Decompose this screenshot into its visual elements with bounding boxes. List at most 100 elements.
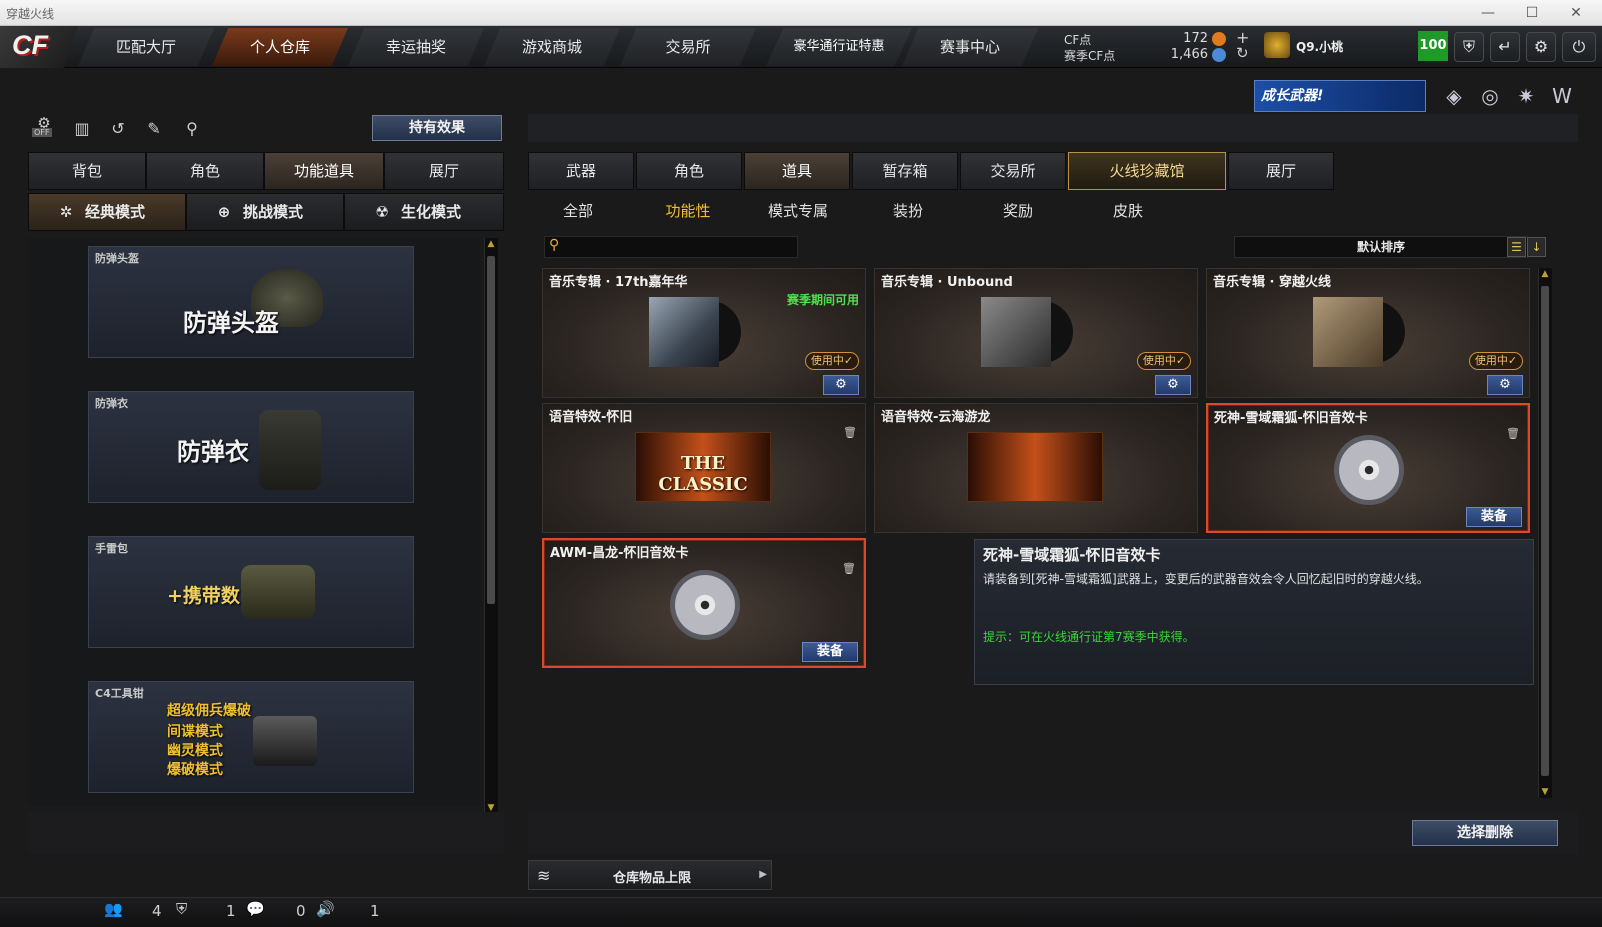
clan-shield-icon[interactable]: ⛨ — [176, 900, 187, 918]
item-label: +携带数 — [167, 585, 240, 607]
tab-showroom-left[interactable]: 展厅 — [384, 152, 504, 190]
card-title: AWM-昌龙-怀旧音效卡 — [550, 546, 689, 561]
storage-limit-label: 仓库物品上限 — [613, 871, 692, 886]
list-item[interactable]: C4工具钳 超级佣兵爆破 间谍模式 幽灵模式 爆破模式 — [88, 681, 414, 793]
in-use-badge: 使用中✓ — [805, 352, 859, 370]
nav-tab-lobby[interactable]: 匹配大厅 — [78, 28, 214, 66]
tab-collection-hall[interactable]: 火线珍藏馆 — [1068, 152, 1226, 190]
globe-icon[interactable]: ◎ — [1476, 82, 1504, 110]
scroll-thumb[interactable] — [1541, 286, 1549, 776]
mode-tab-challenge[interactable]: ⊕ 挑战模式 — [186, 193, 344, 231]
subtab-rewards[interactable]: 奖励 — [968, 198, 1068, 224]
item-card[interactable]: 语音特效-怀旧 🗑 THE CLASSIC — [542, 403, 866, 533]
history-icon[interactable]: ↺ — [104, 114, 132, 144]
album-art — [649, 297, 759, 367]
trash-icon[interactable]: 🗑 — [842, 562, 856, 576]
item-card[interactable]: 音乐专辑 · Unbound 使用中✓ ⚙ — [874, 268, 1198, 398]
trash-icon[interactable]: 🗑 — [1506, 427, 1520, 441]
window-titlebar: 穿越火线 — ☐ ✕ — [0, 0, 1602, 26]
shield-icon[interactable]: ⛨ — [1454, 32, 1484, 62]
cf-logo[interactable]: CF — [0, 26, 78, 68]
left-scrollbar[interactable]: ▲ ▼ — [484, 238, 498, 814]
sparkle-icon[interactable]: ✷ — [1512, 82, 1540, 110]
scroll-down-icon[interactable]: ▼ — [1539, 786, 1551, 798]
minimize-button[interactable]: — — [1474, 3, 1502, 23]
list-item[interactable]: 防弹衣 防弹衣 — [88, 391, 414, 503]
growth-weapon-banner[interactable]: 成长武器! — [1254, 80, 1426, 112]
right-scrollbar[interactable]: ▲ ▼ — [1538, 268, 1552, 798]
subtab-mode-exclusive[interactable]: 模式专属 — [748, 198, 848, 224]
storage-limit-bar[interactable]: ≋ 仓库物品上限 ▶ — [528, 860, 772, 890]
expand-arrow-icon[interactable]: ▶ — [759, 869, 767, 880]
settings-button[interactable]: ⚙ — [1155, 375, 1191, 395]
wings-icon[interactable]: W — [1548, 82, 1576, 110]
nav-tab-shop[interactable]: 游戏商城 — [484, 28, 620, 66]
scroll-up-icon[interactable]: ▲ — [485, 238, 497, 250]
trash-icon[interactable]: 🗑 — [843, 426, 857, 440]
settings-button[interactable]: ⚙ — [1487, 375, 1523, 395]
mode-tab-classic[interactable]: ✲ 经典模式 — [28, 193, 186, 231]
scroll-up-icon[interactable]: ▲ — [1539, 268, 1551, 280]
left-footer — [28, 812, 504, 854]
mouse-icon[interactable]: ⚲ — [178, 114, 206, 144]
tab-exchange[interactable]: 交易所 — [960, 152, 1066, 190]
subtab-dressup[interactable]: 装扮 — [858, 198, 958, 224]
search-input[interactable]: ⚲ — [544, 236, 798, 258]
nav-tab-pass-deal[interactable]: 豪华通行证特惠 — [766, 28, 912, 66]
nav-tab-lottery[interactable]: 幸运抽奖 — [348, 28, 484, 66]
toggle-off-icon[interactable]: ⚙ OFF — [30, 114, 58, 144]
held-effects-button[interactable]: 持有效果 — [372, 115, 502, 141]
search-field[interactable] — [569, 239, 791, 255]
top-navigation: CF 匹配大厅 个人仓库 幸运抽奖 游戏商城 交易所 豪华通行证特惠 赛事中心 … — [0, 26, 1602, 68]
item-card[interactable]: 语音特效-云海游龙 — [874, 403, 1198, 533]
list-item[interactable]: 防弹头盔 防弹头盔 — [88, 246, 414, 358]
in-use-badge: 使用中✓ — [1137, 352, 1191, 370]
equip-button[interactable]: 装备 — [1466, 507, 1522, 527]
gear-icon[interactable]: ⚙ — [1526, 32, 1556, 62]
scroll-thumb[interactable] — [487, 256, 495, 604]
chat-count: 0 — [296, 902, 306, 920]
subtab-skins[interactable]: 皮肤 — [1078, 198, 1178, 224]
repair-icon[interactable]: ✎ — [140, 114, 168, 144]
return-icon[interactable]: ↵ — [1490, 32, 1520, 62]
close-button[interactable]: ✕ — [1562, 3, 1590, 23]
item-label: 防弹头盔 — [183, 309, 279, 337]
refresh-icon[interactable]: ↻ — [1236, 44, 1249, 62]
power-icon[interactable]: ⏻ — [1562, 32, 1596, 62]
item-card[interactable]: AWM-昌龙-怀旧音效卡 🗑 装备 — [542, 538, 866, 668]
badge-v-icon[interactable]: ◈ — [1440, 82, 1468, 110]
ranking-icon[interactable]: ▥ — [68, 114, 96, 144]
tab-items[interactable]: 道具 — [744, 152, 850, 190]
sound-card-art — [1326, 435, 1412, 507]
chat-icon[interactable]: 💬 — [246, 900, 265, 918]
voice-effect-art — [967, 432, 1103, 502]
list-item[interactable]: 手雷包 +携带数 — [88, 536, 414, 648]
select-delete-button[interactable]: 选择删除 — [1412, 820, 1558, 846]
tab-function-items[interactable]: 功能道具 — [264, 152, 384, 190]
volume-level: 1 — [370, 902, 380, 920]
tab-characters[interactable]: 角色 — [636, 152, 742, 190]
sort-dropdown[interactable]: 默认排序 — [1234, 236, 1528, 258]
sort-order-icon[interactable]: ↓ — [1527, 237, 1546, 257]
mode-tab-zombie[interactable]: ☢ 生化模式 — [344, 193, 504, 231]
maximize-button[interactable]: ☐ — [1518, 3, 1546, 23]
item-card-selected[interactable]: 死神-雪域霜狐-怀旧音效卡 🗑 装备 — [1206, 403, 1530, 533]
tab-storage[interactable]: 暂存箱 — [852, 152, 958, 190]
tab-weapons[interactable]: 武器 — [528, 152, 634, 190]
tab-showroom[interactable]: 展厅 — [1228, 152, 1334, 190]
subtab-functional[interactable]: 功能性 — [638, 198, 738, 224]
settings-button[interactable]: ⚙ — [823, 375, 859, 395]
nav-tab-events[interactable]: 赛事中心 — [902, 28, 1038, 66]
list-view-icon[interactable]: ☰ — [1507, 237, 1526, 257]
volume-icon[interactable]: 🔊 — [316, 900, 335, 918]
nav-tab-warehouse[interactable]: 个人仓库 — [212, 28, 348, 66]
equip-button[interactable]: 装备 — [802, 642, 858, 662]
tab-character[interactable]: 角色 — [146, 152, 264, 190]
item-card[interactable]: 音乐专辑 · 穿越火线 使用中✓ ⚙ — [1206, 268, 1530, 398]
item-card[interactable]: 音乐专辑 · 17th嘉年华 赛季期间可用 使用中✓ ⚙ — [542, 268, 866, 398]
friends-icon[interactable]: 👥 — [104, 900, 123, 918]
nav-tab-exchange[interactable]: 交易所 — [620, 28, 756, 66]
subtab-all[interactable]: 全部 — [528, 198, 628, 224]
user-name[interactable]: Q9.小桃 — [1296, 38, 1343, 55]
tab-bag[interactable]: 背包 — [28, 152, 146, 190]
